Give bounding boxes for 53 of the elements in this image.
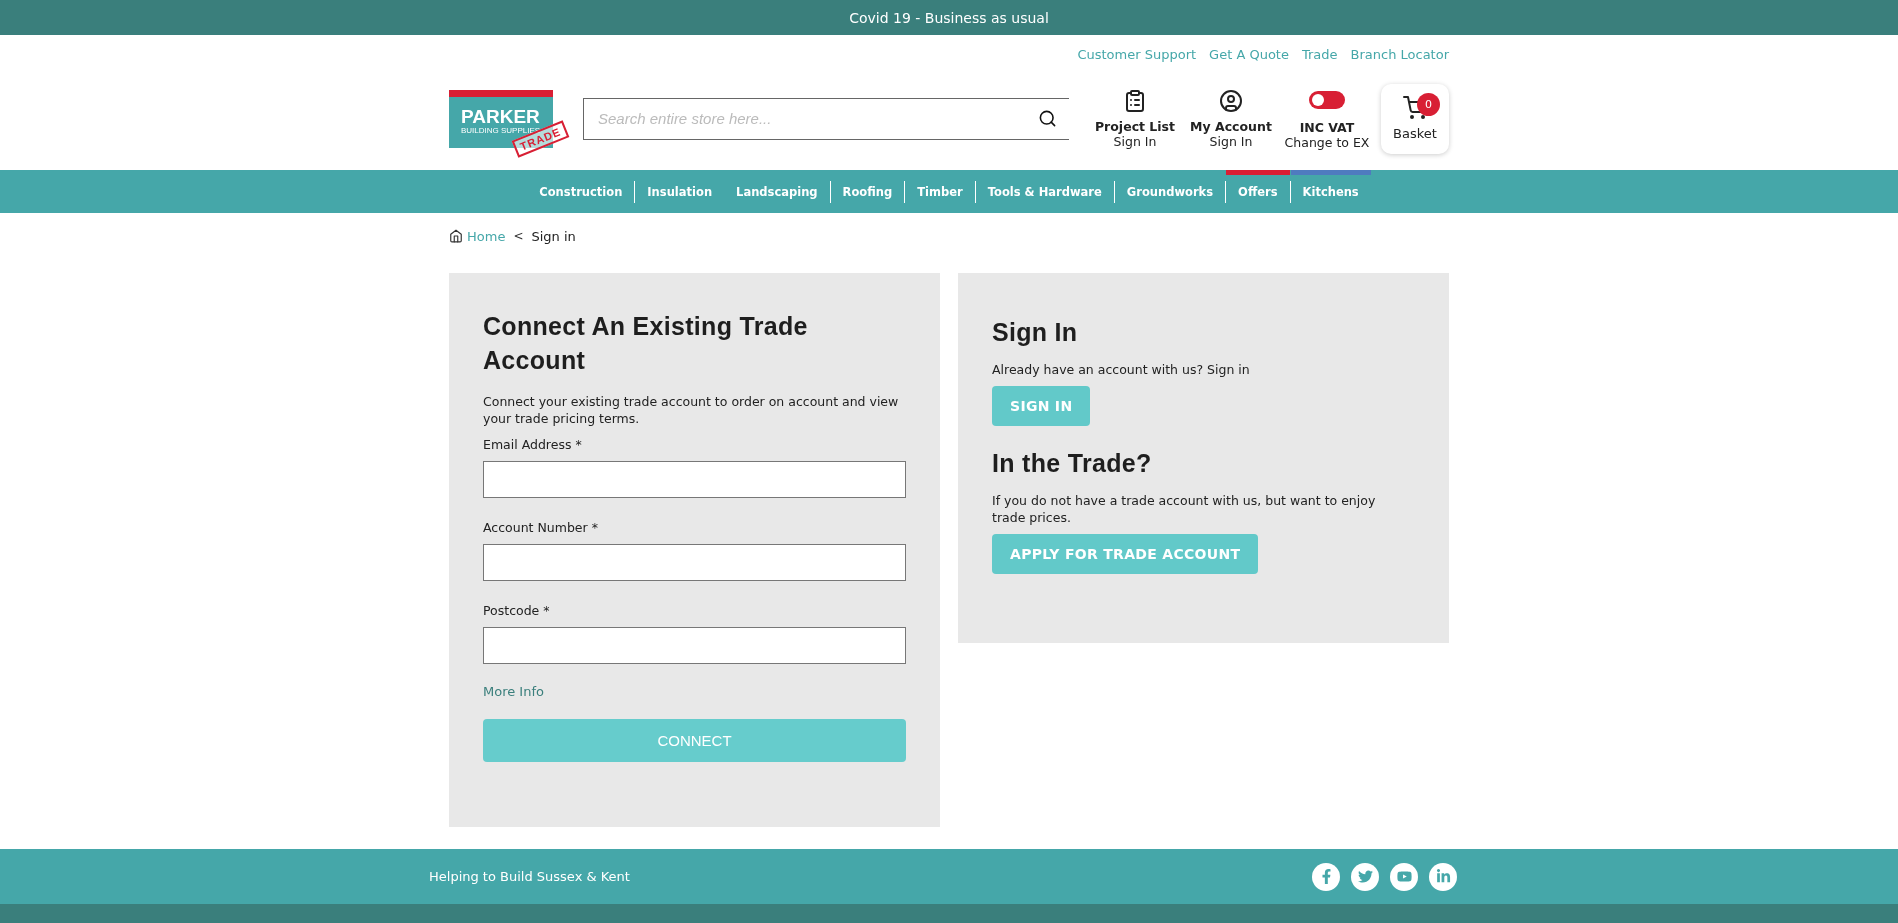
action-subtitle[interactable]: Sign In (1209, 133, 1253, 149)
user-icon (1219, 88, 1243, 113)
youtube-icon[interactable] (1390, 862, 1418, 891)
banner-text: Covid 19 - Business as usual (849, 9, 1049, 26)
cart-icon (1403, 96, 1427, 120)
nav-item[interactable]: Roofing (830, 170, 905, 213)
top-link[interactable]: Customer Support (1077, 47, 1197, 73)
basket-count: 0 (1417, 92, 1440, 116)
action-subtitle[interactable]: Sign In (1113, 133, 1157, 149)
search-icon[interactable] (1038, 109, 1057, 128)
action-title[interactable]: Project List (1094, 118, 1176, 134)
nav-item[interactable]: Construction (527, 170, 635, 213)
text-field[interactable] (483, 461, 906, 498)
field-label: Account Number * (483, 520, 599, 535)
panel-title: Sign In (992, 317, 1079, 348)
sign-in-button[interactable]: SIGN IN (992, 386, 1091, 426)
field-label: Email Address * (483, 437, 583, 452)
panel-title: Connect An Existing Trade Account (483, 311, 809, 376)
action-title[interactable]: INC VAT (1299, 119, 1355, 135)
panel-text: If you do not have a trade account with us, but want to enjoy trade prices. (992, 492, 1377, 526)
facebook-icon[interactable] (1312, 862, 1340, 891)
action-title[interactable]: My Account (1190, 118, 1272, 134)
panel-title: In the Trade? (992, 448, 1153, 479)
field-label: Postcode * (483, 603, 551, 618)
nav-item[interactable]: Insulation (635, 170, 725, 213)
more-info-link[interactable]: More Info (483, 684, 906, 699)
breadcrumb-current: Sign in (531, 228, 576, 244)
nav-item[interactable]: Landscaping (724, 170, 830, 213)
text-field[interactable] (483, 627, 906, 664)
nav-item[interactable]: Tools & Hardware (975, 170, 1114, 213)
panel-intro: Connect your existing trade account to order on account and view your trade pricing terms. (483, 393, 900, 427)
action-subtitle[interactable]: Change to EX (1284, 134, 1370, 150)
nav-item[interactable]: Groundworks (1114, 170, 1226, 213)
basket-button[interactable]: 0 Basket (1381, 83, 1449, 154)
nav-item[interactable]: Offers (1226, 170, 1290, 213)
breadcrumb-link[interactable]: Home (467, 228, 506, 244)
panel-text: Already have an account with us? Sign in (992, 361, 1251, 378)
top-link[interactable]: Get A Quote (1209, 47, 1289, 73)
top-link[interactable]: Branch Locator (1350, 47, 1449, 73)
linkedin-icon[interactable] (1429, 862, 1457, 891)
twitter-icon[interactable] (1351, 862, 1379, 891)
clipboard-icon (1123, 88, 1147, 113)
nav-item[interactable]: Timber (905, 170, 975, 213)
footer-tagline: Helping to Build Sussex & Kent (429, 869, 630, 884)
top-link[interactable]: Trade (1301, 47, 1338, 73)
home-icon[interactable] (449, 229, 463, 243)
breadcrumb-separator: < (513, 229, 524, 243)
apply-button[interactable]: APPLY FOR TRADE ACCOUNT (992, 534, 1259, 574)
text-field[interactable] (483, 544, 906, 581)
nav-item[interactable]: Kitchens (1290, 170, 1371, 213)
vat-toggle[interactable] (1309, 90, 1345, 109)
search-bar[interactable]: Search entire store here... (583, 97, 1069, 140)
connect-button[interactable]: CONNECT (483, 719, 906, 762)
